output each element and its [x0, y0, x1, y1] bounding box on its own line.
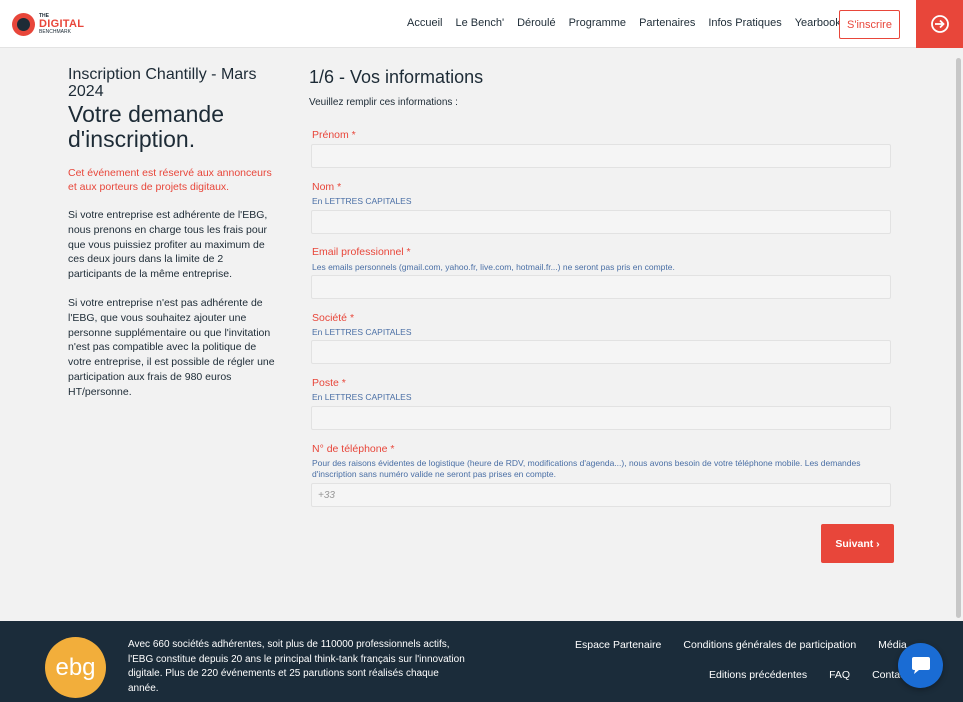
- company-input[interactable]: [311, 340, 891, 364]
- nav-programme[interactable]: Programme: [569, 17, 626, 29]
- logo-mark-icon: [12, 12, 35, 36]
- form-intro: Veuillez remplir ces informations :: [309, 97, 458, 108]
- nav-infos-pratiques[interactable]: Infos Pratiques: [708, 17, 781, 29]
- firstname-input[interactable]: [311, 144, 891, 168]
- site-footer: ebg Avec 660 sociétés adhérentes, soit p…: [0, 621, 963, 702]
- lastname-hint: En LETTRES CAPITALES: [312, 196, 412, 206]
- nav-partenaires[interactable]: Partenaires: [639, 17, 695, 29]
- scrollbar[interactable]: [954, 48, 963, 621]
- info-column: Inscription Chantilly - Mars 2024 Votre …: [68, 66, 278, 400]
- email-hint: Les emails personnels (gmail.com, yahoo.…: [312, 262, 675, 272]
- nav-deroule[interactable]: Déroulé: [517, 17, 556, 29]
- member-info-text: Si votre entreprise est adhérente de l'E…: [68, 209, 268, 281]
- nav-yearbook[interactable]: Yearbook: [795, 17, 841, 29]
- email-label: Email professionnel *: [312, 246, 411, 258]
- eligibility-notice: Cet événement est réservé aux annonceurs…: [68, 167, 272, 193]
- lastname-input[interactable]: [311, 210, 891, 234]
- non-member-info-text: Si votre entreprise n'est pas adhérente …: [68, 296, 275, 398]
- footer-link-media[interactable]: Média: [878, 639, 907, 651]
- signup-button[interactable]: S'inscrire: [839, 10, 900, 39]
- phone-input[interactable]: +33: [311, 483, 891, 507]
- scrollbar-thumb[interactable]: [956, 58, 961, 618]
- nav-accueil[interactable]: Accueil: [407, 17, 442, 29]
- footer-link-conditions[interactable]: Conditions générales de participation: [683, 639, 856, 651]
- site-header: THE DIGITAL BENCHMARK Accueil Le Bench' …: [0, 0, 963, 48]
- email-input[interactable]: [311, 275, 891, 299]
- login-button[interactable]: [916, 0, 963, 48]
- position-input[interactable]: [311, 406, 891, 430]
- nav-le-bench[interactable]: Le Bench': [455, 17, 504, 29]
- chat-button[interactable]: [898, 643, 943, 688]
- footer-link-faq[interactable]: FAQ: [829, 669, 850, 681]
- firstname-label: Prénom *: [312, 129, 356, 141]
- logo-line2: DIGITAL: [39, 17, 85, 30]
- digital-benchmark-logo[interactable]: THE DIGITAL BENCHMARK: [12, 12, 84, 36]
- phone-label: N° de téléphone *: [312, 443, 395, 455]
- registration-form: 1/6 - Vos informations Veuillez remplir …: [309, 66, 894, 563]
- main-nav: Accueil Le Bench' Déroulé Programme Part…: [407, 17, 854, 29]
- lastname-label: Nom *: [312, 181, 342, 193]
- footer-links-row1: Espace Partenaire Conditions générales d…: [575, 639, 929, 651]
- company-label: Société *: [312, 312, 355, 324]
- login-arrow-icon: [930, 15, 949, 33]
- chat-bubble-icon: [911, 656, 930, 674]
- footer-links-row2: Editions précédentes FAQ Contact: [709, 669, 930, 681]
- logo-line3: BENCHMARK: [39, 28, 71, 35]
- event-name: Inscription Chantilly - Mars 2024: [68, 66, 257, 100]
- position-label: Poste *: [312, 377, 346, 389]
- step-title: 1/6 - Vos informations: [309, 67, 484, 87]
- phone-hint: Pour des raisons évidentes de logistique…: [312, 458, 861, 479]
- footer-description: Avec 660 sociétés adhérentes, soit plus …: [128, 639, 465, 694]
- footer-link-editions[interactable]: Editions précédentes: [709, 669, 807, 681]
- footer-link-espace-partenaire[interactable]: Espace Partenaire: [575, 639, 661, 651]
- ebg-logo[interactable]: ebg: [45, 637, 106, 698]
- page-title: Votre demande d'inscription.: [68, 101, 225, 152]
- company-hint: En LETTRES CAPITALES: [312, 327, 412, 337]
- next-button[interactable]: Suivant ›: [821, 524, 894, 563]
- position-hint: En LETTRES CAPITALES: [312, 392, 412, 402]
